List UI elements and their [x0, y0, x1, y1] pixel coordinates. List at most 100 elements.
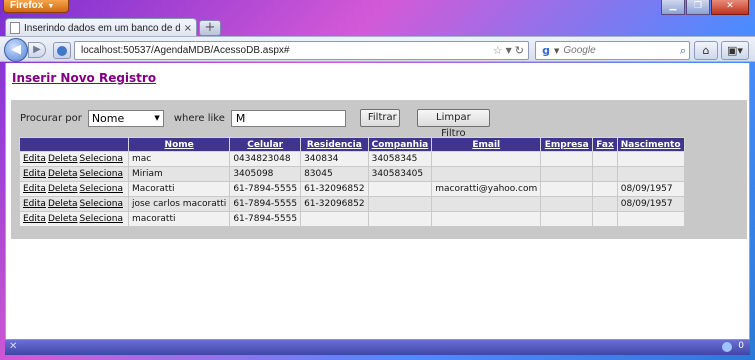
where-like-label: where like — [173, 112, 225, 124]
cell-email — [431, 151, 542, 167]
browser-tab[interactable]: Inserindo dados em um banco de dados... … — [5, 18, 197, 37]
cell-empresa — [540, 151, 594, 167]
cell-nome: Miriam — [127, 166, 231, 182]
row-actions-cell: Edita Deleta Seleciona — [19, 166, 129, 182]
cell-nascimento — [616, 151, 685, 167]
search-bar[interactable]: g ▼ ⌕ — [535, 41, 690, 60]
table-row: Edita Deleta Seleciona macoratti 61-7894-555… — [19, 211, 685, 227]
select-link[interactable]: Seleciona — [80, 169, 123, 179]
google-icon[interactable]: g — [539, 43, 553, 58]
tab-strip: Inserindo dados em um banco de dados... … — [0, 16, 755, 37]
url-dropdown-icon[interactable]: ▼ — [506, 46, 512, 55]
edit-link[interactable]: Edita — [23, 169, 46, 179]
column-header-fax[interactable]: Fax — [592, 137, 618, 152]
table-row: Edita Deleta Seleciona Macoratti 61-7894-555… — [19, 181, 685, 197]
column-header-email[interactable]: Email — [431, 137, 542, 152]
firefox-menu-button[interactable]: Firefox ▼ — [3, 0, 69, 13]
select-link[interactable]: Seleciona — [80, 154, 123, 164]
page-icon — [10, 22, 20, 34]
window-titlebar: Firefox ▼ ▁ ❐ ✕ — [0, 0, 755, 15]
status-count: 0 — [738, 341, 744, 351]
cell-empresa — [540, 211, 594, 227]
url-bar[interactable]: localhost:50537/AgendaMDB/AcessoDB.aspx#… — [74, 41, 529, 60]
cell-companhia — [367, 181, 433, 197]
chevron-down-icon: ▼ — [154, 114, 160, 122]
site-identity-button[interactable] — [53, 42, 71, 59]
close-tab-icon[interactable]: × — [184, 23, 192, 34]
select-link[interactable]: Seleciona — [80, 214, 123, 224]
cell-celular: 61-7894-5555 — [229, 211, 302, 227]
cell-celular: 61-7894-5555 — [229, 181, 302, 197]
search-icon[interactable]: ⌕ — [680, 44, 686, 58]
column-header-empresa[interactable]: Empresa — [540, 137, 594, 152]
column-header-companhia[interactable]: Companhia — [367, 137, 433, 152]
insert-new-record-link[interactable]: Inserir Novo Registro — [12, 71, 156, 85]
home-icon: ⌂ — [702, 44, 710, 57]
table-row: Edita Deleta Seleciona jose carlos macoratt… — [19, 196, 685, 212]
clear-filter-button[interactable]: Limpar Filtro — [416, 109, 490, 139]
filter-text-input[interactable]: M — [230, 109, 346, 127]
bookmark-star-icon[interactable]: ☆ — [493, 44, 503, 57]
back-arrow-icon: ◀ — [11, 42, 21, 57]
cell-nascimento — [616, 211, 685, 227]
minimize-button[interactable]: ▁ — [661, 0, 685, 15]
select-link[interactable]: Seleciona — [80, 184, 123, 194]
field-select[interactable]: Nome ▼ — [87, 109, 164, 127]
cell-email: macoratti@yahoo.com — [431, 181, 542, 197]
cell-email — [431, 196, 542, 212]
search-engine-dropdown-icon[interactable]: ▼ — [554, 47, 559, 55]
column-header-residencia[interactable]: Residencia — [300, 137, 369, 152]
actions-column-header — [19, 137, 129, 152]
cell-nome: jose carlos macoratti — [127, 196, 231, 212]
cell-residencia: 61-32096852 — [300, 181, 369, 197]
cell-email — [431, 211, 542, 227]
delete-link[interactable]: Deleta — [48, 214, 78, 224]
table-row: Edita Deleta Seleciona mac 0434823048 340834 3… — [19, 151, 685, 167]
restore-button[interactable]: ❐ — [686, 0, 710, 15]
cell-fax — [592, 196, 618, 212]
column-header-celular[interactable]: Celular — [229, 137, 302, 152]
field-select-value: Nome — [91, 111, 125, 125]
close-button[interactable]: ✕ — [711, 0, 749, 15]
delete-link[interactable]: Deleta — [48, 169, 78, 179]
filter-button[interactable]: Filtrar — [359, 109, 400, 127]
edit-link[interactable]: Edita — [23, 199, 46, 209]
puzzle-icon: ▣▾ — [727, 44, 743, 57]
delete-link[interactable]: Deleta — [48, 154, 78, 164]
extension-button[interactable]: ▣▾ — [721, 41, 749, 60]
cell-residencia: 83045 — [300, 166, 369, 182]
cell-fax — [592, 211, 618, 227]
table-header-row: Nome Celular Residencia Companhia Email … — [19, 137, 685, 152]
forward-button[interactable]: ▶ — [28, 42, 46, 58]
column-header-nascimento[interactable]: Nascimento — [616, 137, 685, 152]
edit-link[interactable]: Edita — [23, 184, 46, 194]
delete-link[interactable]: Deleta — [48, 184, 78, 194]
select-link[interactable]: Seleciona — [80, 199, 123, 209]
column-header-nome[interactable]: Nome — [127, 137, 231, 152]
search-input[interactable] — [563, 45, 680, 56]
close-addon-bar-icon[interactable]: ✕ — [9, 341, 17, 352]
reload-icon[interactable]: ↻ — [515, 44, 524, 57]
cell-residencia — [300, 211, 369, 227]
back-button[interactable]: ◀ — [4, 38, 28, 62]
cell-companhia — [367, 196, 433, 212]
records-table: Nome Celular Residencia Companhia Email … — [19, 137, 685, 227]
cell-fax — [592, 151, 618, 167]
tab-title: Inserindo dados em um banco de dados... — [24, 22, 180, 34]
home-button[interactable]: ⌂ — [694, 41, 718, 60]
cell-fax — [592, 181, 618, 197]
new-tab-button[interactable]: + — [199, 20, 221, 36]
addon-status-icon[interactable] — [722, 342, 732, 352]
cell-companhia: 340583405 — [367, 166, 433, 182]
filter-row: Procurar por Nome ▼ where like M Filtrar… — [20, 109, 490, 139]
cell-nascimento — [616, 166, 685, 182]
cell-nome: macoratti — [127, 211, 231, 227]
navigation-toolbar: ◀ ▶ localhost:50537/AgendaMDB/AcessoDB.a… — [0, 36, 755, 62]
edit-link[interactable]: Edita — [23, 154, 46, 164]
window-controls: ▁ ❐ ✕ — [661, 0, 749, 15]
chevron-down-icon: ▼ — [47, 3, 55, 10]
delete-link[interactable]: Deleta — [48, 199, 78, 209]
search-by-label: Procurar por — [20, 112, 82, 124]
url-text: localhost:50537/AgendaMDB/AcessoDB.aspx# — [81, 45, 290, 56]
edit-link[interactable]: Edita — [23, 214, 46, 224]
